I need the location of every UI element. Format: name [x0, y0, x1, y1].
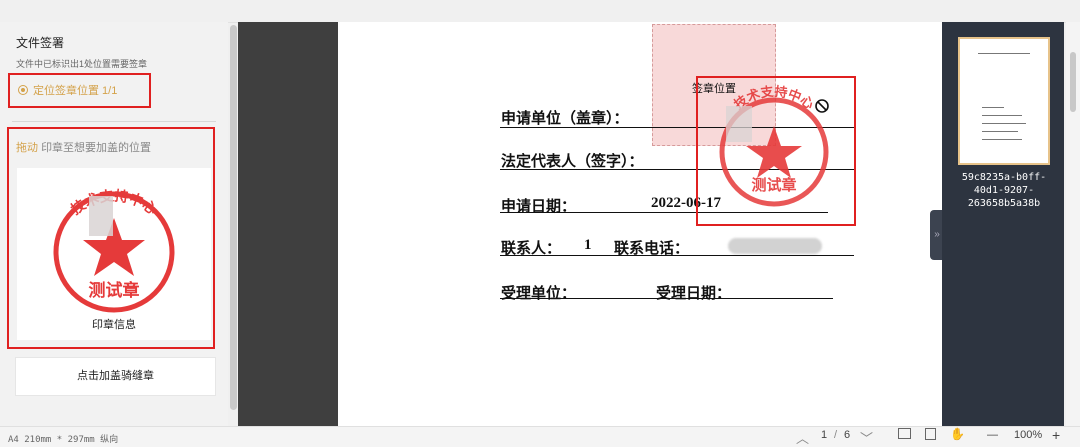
panel-title: 文件签署 — [16, 36, 65, 50]
chevron-down-icon[interactable]: ﹀ — [860, 428, 873, 447]
drag-hint-prefix: 拖动 — [16, 142, 38, 154]
page-total: 6 — [844, 429, 851, 441]
chevron-up-icon[interactable]: ︿ — [796, 428, 809, 447]
redacted-phone — [728, 238, 822, 254]
underline — [500, 298, 833, 299]
placed-seal-name: 测试章 — [751, 176, 796, 194]
locate-label: 定位签章位置 1/1 — [33, 85, 118, 97]
seal-name-text: 测试章 — [89, 280, 140, 301]
paper-info: A4 210mm * 297mm 纵向 — [8, 435, 119, 445]
receive-date-label: 受理日期： — [656, 286, 732, 302]
drag-hint: 拖动 印章至想要加盖的位置 — [16, 139, 151, 155]
redaction-blur — [726, 106, 752, 142]
star-icon — [746, 126, 802, 178]
redaction-blur — [89, 196, 113, 236]
file-name: 59c8235a-b0ff- 40d1-9207- 263658b5a38b — [961, 172, 1047, 209]
underline — [500, 255, 854, 256]
left-scrollbar[interactable] — [230, 25, 237, 410]
top-bar — [0, 0, 1080, 23]
legal-rep-label: 法定代表人（签字）： — [501, 154, 644, 170]
right-scrollbar[interactable] — [1066, 22, 1080, 426]
seal-info-label: 印章信息 — [92, 319, 136, 331]
perforation-seal-button[interactable]: 点击加盖骑缝章 — [15, 357, 216, 396]
panel-subtitle: 文件中已标识出1处位置需要签章 — [16, 59, 148, 69]
page-separator: / — [834, 429, 838, 441]
contact-value: 1 — [584, 237, 592, 253]
zoom-in-button[interactable]: + — [1052, 427, 1060, 443]
document-gutter — [238, 22, 338, 426]
divider — [12, 121, 216, 122]
page-thumbnail[interactable] — [958, 37, 1050, 165]
seal-card[interactable]: 技术支持中心 测试章 印章信息 — [17, 168, 211, 340]
radio-dot-icon — [18, 85, 28, 95]
hand-icon[interactable]: ✋ — [950, 427, 965, 441]
fit-page-icon[interactable] — [898, 428, 911, 439]
applicant-label: 申请单位（盖章）： — [501, 111, 629, 127]
locate-sign-position-link[interactable]: 定位签章位置 1/1 — [18, 82, 117, 98]
seal-stamp[interactable]: 技术支持中心 测试章 — [17, 176, 211, 316]
zoom-out-button[interactable]: — — [987, 429, 998, 441]
zoom-level: 100% — [1014, 429, 1043, 441]
fit-width-icon[interactable] — [925, 428, 936, 440]
status-bar — [0, 426, 1080, 447]
forbid-icon[interactable] — [815, 99, 829, 113]
drag-hint-text: 印章至想要加盖的位置 — [41, 142, 152, 154]
receiver-label: 受理单位： — [501, 286, 577, 302]
placed-seal[interactable]: 技术支持中心 测试章 — [696, 76, 856, 228]
page-current[interactable]: 1 — [821, 429, 827, 441]
